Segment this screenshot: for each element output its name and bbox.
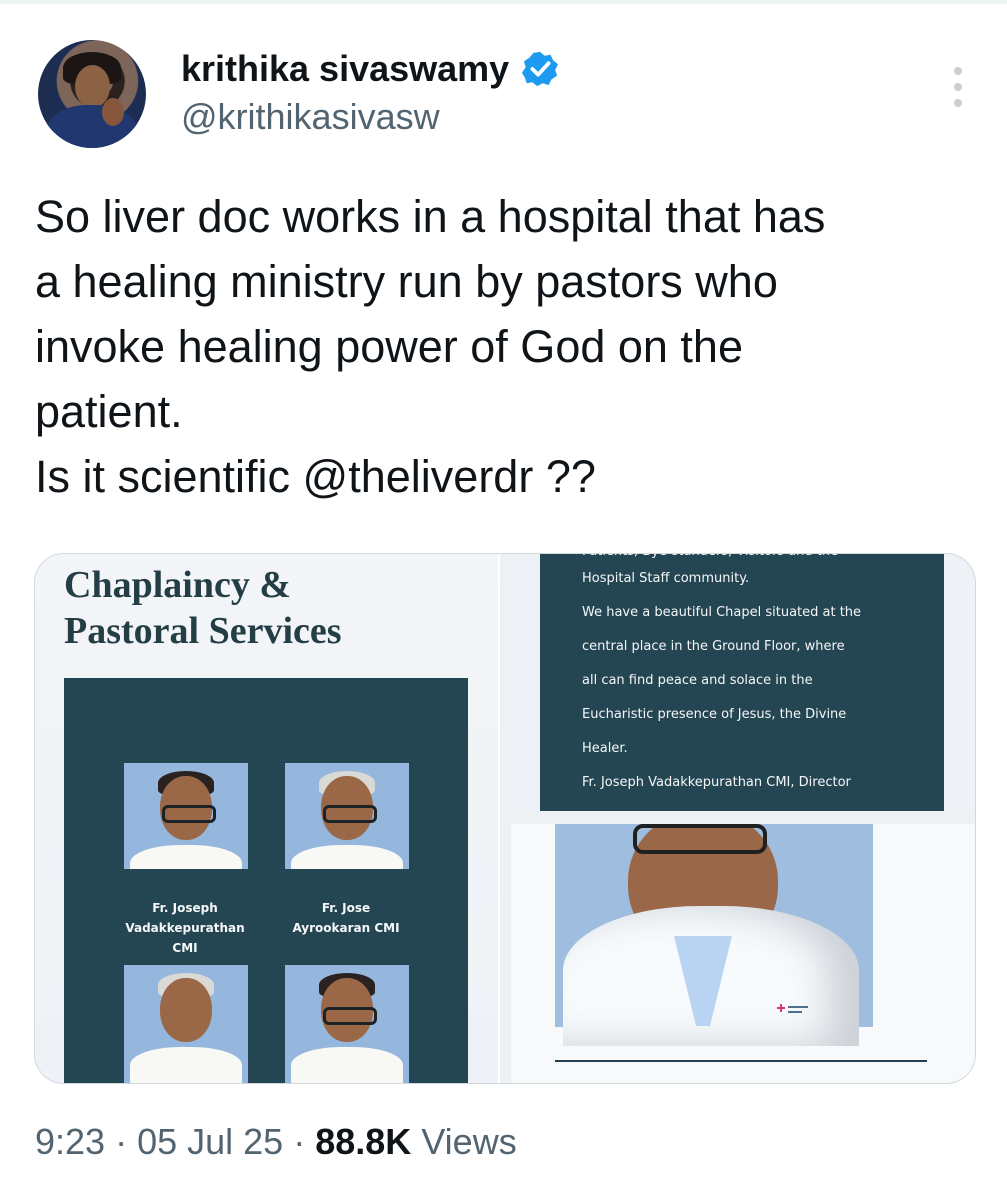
description-line: Eucharistic presence of Jesus, the Divin… [582,707,847,722]
tweet-line: invoke healing power of God on the [35,321,743,372]
portrait-robe [130,1047,242,1083]
portrait-glasses [323,805,377,823]
caption-line: Vadakkepurathan [125,921,245,935]
portrait-pastor [285,965,409,1083]
tweet-time[interactable]: 9:23 [35,1121,105,1162]
account-name-row[interactable]: krithika sivaswamy [181,48,559,90]
views-label-text: Views [421,1121,517,1162]
chapel-description-panel: Patients, Bye-standers, Visitors and the… [540,554,944,811]
caption-line: CMI [172,941,198,955]
more-options-icon[interactable] [949,67,967,107]
doctor-image[interactable] [511,824,975,1083]
tweet-line: a healing ministry run by pastors who [35,256,778,307]
portrait-jose-ayrookaran [285,763,409,869]
avatar-clothing [46,105,138,148]
tweet-media-grid[interactable]: Chaplaincy & Pastoral Services Fr. Josep… [34,553,976,1084]
views-label: Views [421,1121,516,1162]
account-handle[interactable]: @krithikasivasw [181,96,440,138]
portrait-glasses [323,1007,377,1025]
description-line: Fr. Joseph Vadakkepurathan CMI, Director [582,775,851,790]
description-line: Healer. [582,741,628,756]
portrait-robe [291,1047,403,1083]
chapel-description-image[interactable]: Patients, Bye-standers, Visitors and the… [511,554,975,811]
caption-line: Fr. Jose [321,901,371,915]
avatar[interactable] [38,40,146,148]
avatar-hand [102,98,124,126]
portrait-caption: Fr. Joseph Vadakkepurathan CMI [105,898,265,958]
more-dot [954,83,962,91]
tweet-line: Is it scientific @theliverdr ?? [35,451,596,502]
chaplaincy-title-line: Pastoral Services [64,610,342,652]
portrait-pastor [124,965,248,1083]
description-line: We have a beautiful Chapel situated at t… [582,605,862,620]
doctor-profile-divider [555,1060,927,1062]
description-line: all can find peace and solace in the [582,673,813,688]
chapel-description-text: Hospital Staff community. We have a beau… [582,562,912,800]
chaplaincy-title: Chaplaincy & Pastoral Services [64,562,342,654]
portrait-glasses [162,805,216,823]
metadata-separator: · [293,1121,316,1162]
pastoral-team-panel: Fr. Joseph Vadakkepurathan CMI Fr. Jose … [64,678,468,1083]
portrait-robe [291,845,403,869]
tweet-line: So liver doc works in a hospital that ha… [35,191,826,242]
more-dot [954,67,962,75]
description-line: central place in the Ground Floor, where [582,639,845,654]
portrait-caption: Fr. Jose Ayrookaran CMI [266,898,426,938]
tweet-metadata: 9:23 · 05 Jul 25 · 88.8K Views [35,1121,517,1163]
portrait-face [160,978,212,1042]
caption-line: Fr. Joseph [152,901,218,915]
doctor-photo-background [555,824,873,1046]
tweet-text: So liver doc works in a hospital that ha… [35,184,975,509]
portrait-joseph-vadakkepurathan [124,763,248,869]
display-name[interactable]: krithika sivaswamy [181,48,509,90]
doctor-glasses [633,824,767,854]
portrait-robe [130,845,242,869]
description-line: Hospital Staff community. [582,571,750,586]
tweet-date[interactable]: 05 Jul 25 [137,1121,283,1162]
chaplaincy-title-line: Chaplaincy & [64,564,291,606]
metadata-separator: · [115,1121,138,1162]
chaplaincy-image[interactable]: Chaplaincy & Pastoral Services Fr. Josep… [35,554,500,1083]
hospital-logo-icon [777,1004,808,1013]
top-divider [0,0,1007,4]
caption-line: Ayrookaran CMI [292,921,400,935]
verified-badge-icon [522,51,559,87]
more-dot [954,99,962,107]
views-count[interactable]: 88.8K [315,1121,411,1162]
tweet-line: patient. [35,386,183,437]
